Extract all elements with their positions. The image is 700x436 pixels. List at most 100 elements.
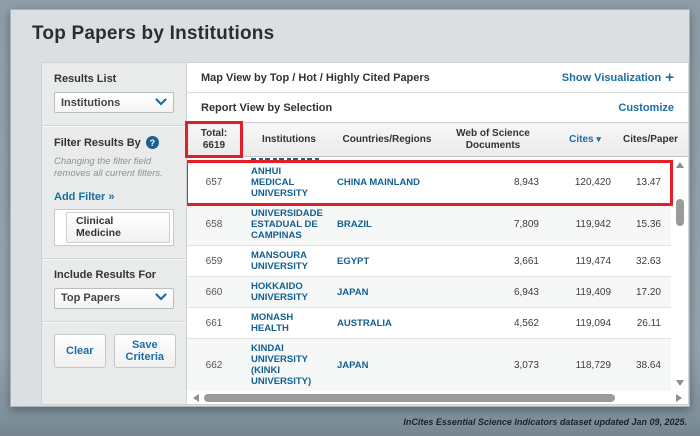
results-list-label: Results List: [54, 73, 174, 85]
documents-cell: 6,943: [437, 287, 549, 298]
total-label: Total:: [189, 128, 239, 140]
esi-panel: Top Papers by Institutions Results List …: [10, 9, 690, 407]
show-visualization-label: Show Visualization: [562, 72, 661, 84]
column-header-documents[interactable]: Web of Science Documents: [437, 126, 549, 153]
cites-per-paper-cell: 32.63: [621, 256, 671, 267]
country-cell: BRAZIL: [337, 219, 437, 230]
filter-results-label: Filter Results By ?: [54, 136, 174, 149]
include-results-section: Include Results For Top Papers: [42, 259, 186, 322]
rank-cell: 660: [187, 287, 241, 298]
results-list-value: Institutions: [61, 97, 120, 109]
include-results-dropdown[interactable]: Top Papers: [54, 288, 174, 309]
clipped-row-remnant: [251, 158, 319, 161]
content-area: Results List Institutions Filter Results…: [41, 62, 689, 405]
institution-link[interactable]: ANHUI MEDICAL UNIVERSITY: [241, 166, 337, 199]
customize-link[interactable]: Customize: [618, 102, 674, 114]
cites-per-paper-cell: 13.47: [621, 177, 671, 188]
horizontal-scrollbar[interactable]: [187, 391, 688, 404]
cites-per-paper-cell: 15.36: [621, 219, 671, 230]
page-title: Top Papers by Institutions: [11, 10, 689, 45]
documents-cell: 3,661: [437, 256, 549, 267]
cites-cell: 119,409: [549, 287, 621, 298]
scroll-down-icon[interactable]: [676, 380, 684, 386]
institution-link[interactable]: MONASH HEALTH: [241, 312, 337, 334]
table-row-661[interactable]: 661 MONASH HEALTH AUSTRALIA 4,562 119,09…: [187, 308, 671, 339]
total-count-cell: Total: 6619: [187, 123, 241, 156]
map-view-bar: Map View by Top / Hot / Highly Cited Pap…: [187, 63, 688, 93]
table-body: 657 ANHUI MEDICAL UNIVERSITY CHINA MAINL…: [187, 157, 688, 391]
results-list-dropdown[interactable]: Institutions: [54, 92, 174, 113]
column-header-institutions[interactable]: Institutions: [241, 132, 337, 148]
chevron-down-icon: [155, 97, 167, 109]
documents-cell: 3,073: [437, 360, 549, 371]
table-row-660[interactable]: 660 HOKKAIDO UNIVERSITY JAPAN 6,943 119,…: [187, 277, 671, 308]
country-cell: JAPAN: [337, 360, 437, 371]
report-view-bar: Report View by Selection Customize: [187, 93, 688, 122]
clear-button[interactable]: Clear: [54, 334, 106, 368]
documents-cell: 7,809: [437, 219, 549, 230]
institution-link[interactable]: KINDAI UNIVERSITY (KINKI UNIVERSITY): [241, 343, 337, 387]
chevron-down-icon: [155, 292, 167, 304]
filter-sidebar: Results List Institutions Filter Results…: [41, 62, 186, 405]
filter-tag-clinical-medicine[interactable]: Clinical Medicine: [66, 212, 170, 243]
cites-cell: 119,474: [549, 256, 621, 267]
horizontal-scroll-thumb[interactable]: [204, 394, 615, 402]
map-view-title: Map View by Top / Hot / Highly Cited Pap…: [201, 72, 430, 84]
save-criteria-button[interactable]: Save Criteria: [114, 334, 177, 368]
cites-label: Cites: [569, 134, 593, 145]
table-row-657[interactable]: 657 ANHUI MEDICAL UNIVERSITY CHINA MAINL…: [187, 162, 671, 204]
table-header: Total: 6619 Institutions Countries/Regio…: [187, 122, 688, 157]
column-header-cites-sort[interactable]: Cites ▾: [549, 132, 621, 148]
rank-cell: 661: [187, 318, 241, 329]
column-header-cites-per-paper[interactable]: Cites/Paper: [621, 132, 671, 148]
country-cell: EGYPT: [337, 256, 437, 267]
cites-cell: 120,420: [549, 177, 621, 188]
sidebar-buttons: Clear Save Criteria: [42, 322, 186, 380]
report-view-title: Report View by Selection: [201, 102, 332, 114]
table-rows: 657 ANHUI MEDICAL UNIVERSITY CHINA MAINL…: [187, 157, 671, 391]
total-value: 6619: [189, 140, 239, 152]
rank-cell: 662: [187, 360, 241, 371]
results-list-section: Results List Institutions: [42, 63, 186, 126]
country-cell: AUSTRALIA: [337, 318, 437, 329]
horizontal-scroll-track[interactable]: [204, 394, 671, 402]
vertical-scrollbar[interactable]: [673, 159, 686, 389]
institution-link[interactable]: MANSOURA UNIVERSITY: [241, 250, 337, 272]
cites-per-paper-cell: 38.64: [621, 360, 671, 371]
table-row-662[interactable]: 662 KINDAI UNIVERSITY (KINKI UNIVERSITY)…: [187, 339, 671, 391]
add-filter-link[interactable]: Add Filter »: [54, 191, 115, 203]
filter-section: Filter Results By ? Changing the filter …: [42, 126, 186, 259]
filter-results-label-text: Filter Results By: [54, 137, 141, 149]
plus-icon: +: [665, 73, 674, 83]
include-results-value: Top Papers: [61, 292, 120, 304]
show-visualization-link[interactable]: Show Visualization +: [562, 72, 674, 84]
report-panel: Map View by Top / Hot / Highly Cited Pap…: [186, 62, 689, 405]
institution-link[interactable]: UNIVERSIDADE ESTADUAL DE CAMPINAS: [241, 208, 337, 241]
table-row-658[interactable]: 658 UNIVERSIDADE ESTADUAL DE CAMPINAS BR…: [187, 204, 671, 246]
cites-cell: 118,729: [549, 360, 621, 371]
table-row-659[interactable]: 659 MANSOURA UNIVERSITY EGYPT 3,661 119,…: [187, 246, 671, 277]
institution-link[interactable]: HOKKAIDO UNIVERSITY: [241, 281, 337, 303]
documents-cell: 4,562: [437, 318, 549, 329]
cites-per-paper-cell: 26.11: [621, 318, 671, 329]
column-header-countries[interactable]: Countries/Regions: [337, 132, 437, 148]
dataset-update-note: InCites Essential Science Indicators dat…: [403, 417, 687, 427]
vertical-scroll-thumb[interactable]: [676, 199, 684, 226]
country-cell: JAPAN: [337, 287, 437, 298]
filter-hint-text: Changing the filter field removes all cu…: [54, 156, 174, 181]
country-cell: CHINA MAINLAND: [337, 177, 437, 188]
rank-cell: 657: [187, 177, 241, 188]
active-filter-field[interactable]: Clinical Medicine: [54, 209, 174, 246]
cites-cell: 119,942: [549, 219, 621, 230]
scroll-left-icon[interactable]: [193, 394, 199, 402]
rank-cell: 659: [187, 256, 241, 267]
documents-cell: 8,943: [437, 177, 549, 188]
sort-descending-icon: ▾: [596, 134, 601, 144]
scroll-right-icon[interactable]: [676, 394, 682, 402]
rank-cell: 658: [187, 219, 241, 230]
help-icon[interactable]: ?: [146, 136, 159, 149]
cites-cell: 119,094: [549, 318, 621, 329]
scroll-up-icon[interactable]: [676, 162, 684, 168]
include-results-label: Include Results For: [54, 269, 174, 281]
cites-per-paper-cell: 17.20: [621, 287, 671, 298]
